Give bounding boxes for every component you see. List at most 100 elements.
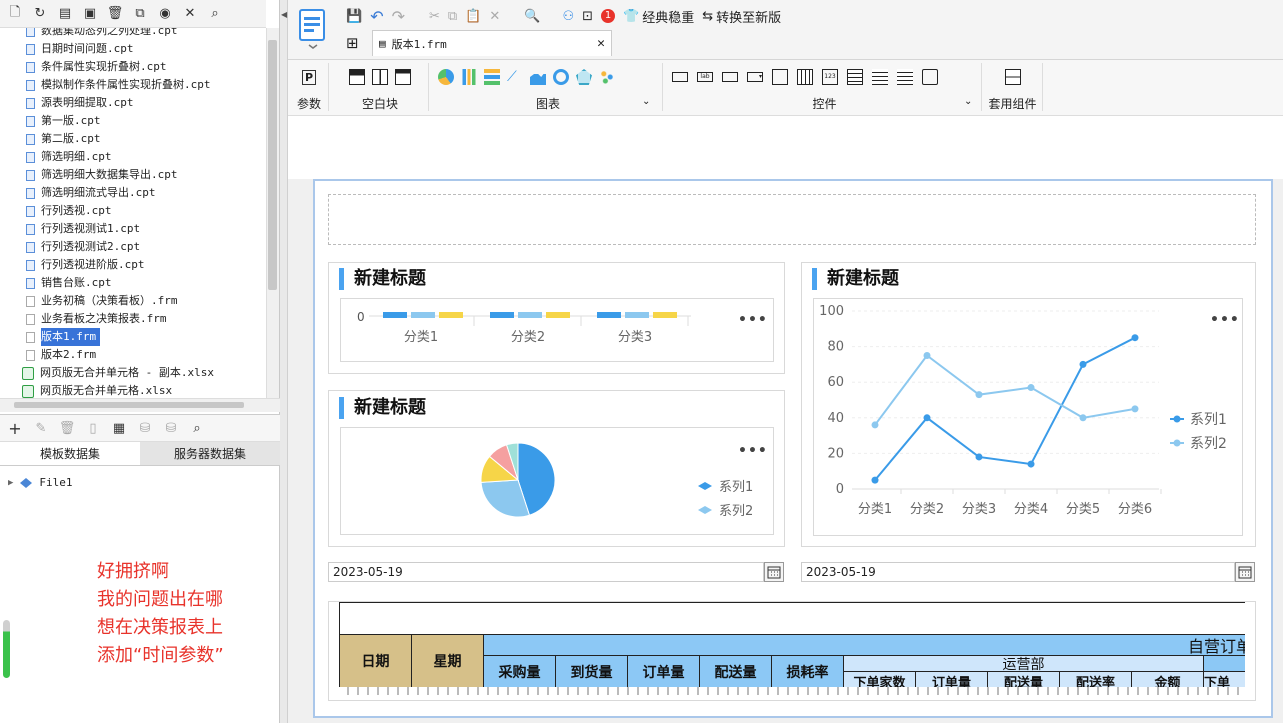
tree-file-item[interactable]: 行列透视进阶版.cpt	[0, 256, 266, 274]
delete-dataset-icon[interactable]: 🗑	[58, 419, 76, 437]
dataset-root[interactable]: ▶ File1	[8, 476, 73, 489]
search-dataset-icon[interactable]: ⌕	[188, 419, 206, 437]
tree-file-item[interactable]: 网页版无合并单元格.xlsx	[0, 382, 266, 398]
server-database-icon[interactable]: ⛁	[162, 419, 180, 437]
param-icon[interactable]: P	[301, 69, 317, 85]
dataset-toolbar: + ✎ 🗑 ▯ ▦ ⛁ ⛁ ⌕	[0, 414, 280, 442]
cpt-file-icon	[26, 43, 35, 55]
bar-chart-icon[interactable]	[461, 69, 477, 85]
tree-scroll-thumb[interactable]	[268, 40, 277, 290]
notification-badge[interactable]: 1	[601, 9, 616, 23]
tab-layout-icon[interactable]	[395, 69, 411, 85]
tree-file-item[interactable]: 筛选明细流式导出.cpt	[0, 184, 266, 202]
calendar-icon[interactable]	[764, 562, 784, 582]
locate-icon[interactable]: ◉	[156, 5, 174, 23]
new-file-icon[interactable]: 🗋	[6, 5, 24, 23]
checkbox-group-icon[interactable]	[897, 69, 913, 85]
tree-file-item[interactable]: 网页版无合并单元格 - 副本.xlsx	[0, 364, 266, 382]
date-widget-icon[interactable]	[797, 69, 813, 85]
split-layout-icon[interactable]	[372, 69, 388, 85]
radio-group-icon[interactable]	[872, 69, 888, 85]
database-icon[interactable]: ⛁	[136, 419, 154, 437]
pie-chart-icon[interactable]	[438, 69, 454, 85]
expand-arrow-icon[interactable]: ▶	[8, 478, 13, 488]
tree-file-item[interactable]: 业务看板之决策报表.frm	[0, 310, 266, 328]
tab-grid-icon[interactable]: ⊞	[346, 34, 359, 52]
tree-file-item[interactable]: 源表明细提取.cpt	[0, 94, 266, 112]
textarea-widget-icon[interactable]	[847, 69, 863, 85]
cut-icon[interactable]: ✂	[429, 9, 440, 24]
tree-file-item[interactable]: 第一版.cpt	[0, 112, 266, 130]
tree-file-item[interactable]: 第二版.cpt	[0, 130, 266, 148]
template-menu-icon[interactable]	[297, 8, 329, 50]
combo-widget-icon[interactable]: ▾	[747, 72, 763, 82]
tree-file-item[interactable]: 筛选明细大数据集导出.cpt	[0, 166, 266, 184]
tree-file-item[interactable]: 行列透视.cpt	[0, 202, 266, 220]
tree-file-item[interactable]: 数据集动态列之列处理.cpt	[0, 28, 266, 40]
open-file-icon[interactable]: ▤	[56, 5, 74, 23]
paste-icon[interactable]: 📋	[465, 9, 481, 24]
add-dataset-icon[interactable]: +	[6, 419, 24, 438]
copy-icon[interactable]: ⧉	[131, 5, 149, 23]
convert-version-label: 转换至新版	[716, 10, 782, 26]
classic-theme-button[interactable]: 👕 经典稳重	[623, 7, 694, 26]
ribbon-separator	[428, 63, 429, 111]
calendar-icon[interactable]	[1235, 562, 1255, 582]
tree-hscroll-thumb[interactable]	[14, 402, 244, 408]
widget-expand-icon[interactable]: ⌄	[964, 96, 972, 107]
text-widget-icon[interactable]	[722, 72, 738, 82]
number-widget-icon[interactable]: 123	[822, 69, 838, 85]
tree-file-item[interactable]: 条件属性实现折叠树.cpt	[0, 58, 266, 76]
plugin-icon[interactable]: ⚇	[562, 9, 574, 24]
close-tab-icon[interactable]: ✕	[597, 36, 605, 51]
delete-icon[interactable]: 🗑	[106, 5, 124, 23]
undo-icon[interactable]: ↶	[370, 7, 383, 26]
preview-icon[interactable]: ▯	[84, 419, 102, 437]
button-widget-icon[interactable]: lab	[697, 72, 713, 82]
search-icon[interactable]: ⌕	[206, 5, 224, 23]
tree-file-item[interactable]: 行列透视测试2.cpt	[0, 238, 266, 256]
clear-icon[interactable]: ✕	[489, 9, 500, 24]
tab-template-dataset[interactable]: 模板数据集	[0, 442, 140, 465]
area-chart-icon[interactable]	[530, 70, 546, 85]
tree-file-item[interactable]: 模拟制作条件属性实现折叠树.cpt	[0, 76, 266, 94]
import-icon[interactable]: ▣	[81, 5, 99, 23]
tree-file-item[interactable]: 版本2.frm	[0, 346, 266, 364]
document-tab[interactable]: ▤ 版本1.frm ✕	[372, 30, 612, 56]
tab-server-dataset[interactable]: 服务器数据集	[140, 442, 280, 465]
edit-icon[interactable]: ✎	[32, 419, 50, 437]
tree-file-item[interactable]: 日期时间问题.cpt	[0, 40, 266, 58]
tree-file-item[interactable]: 行列透视测试1.cpt	[0, 220, 266, 238]
chart-expand-icon[interactable]: ⌄	[642, 96, 650, 107]
tree-file-item[interactable]: 销售台账.cpt	[0, 274, 266, 292]
list-widget-icon[interactable]	[772, 69, 788, 85]
copy-toolbar-icon[interactable]: ⧉	[448, 9, 457, 24]
collapse-icon[interactable]: ✕	[181, 5, 199, 23]
panel-splitter[interactable]: ◀	[280, 0, 288, 723]
save-icon[interactable]: 💾	[346, 9, 362, 24]
refresh-icon[interactable]: ↻	[31, 5, 49, 23]
date-input-2[interactable]: 2023-05-19	[801, 562, 1235, 582]
radar-chart-icon[interactable]	[576, 69, 592, 85]
absolute-layout-icon[interactable]	[349, 69, 365, 85]
tree-file-item[interactable]: 筛选明细.cpt	[0, 148, 266, 166]
date-input-1[interactable]: 2023-05-19	[328, 562, 764, 582]
scatter-chart-icon[interactable]	[599, 69, 615, 85]
preview-search-icon[interactable]: 🔍	[524, 9, 540, 24]
line-chart-icon[interactable]: ⟋	[507, 69, 523, 85]
tree-file-item[interactable]: 版本1.frm	[0, 328, 266, 346]
parameter-pane[interactable]	[328, 194, 1256, 245]
template-widget-icon[interactable]	[1004, 69, 1021, 85]
query-icon[interactable]: ⊡	[582, 9, 593, 24]
gauge-chart-icon[interactable]	[553, 69, 569, 85]
tree-file-item[interactable]: 业务初稿（决策看板）.frm	[0, 292, 266, 310]
label-widget-icon[interactable]	[672, 72, 688, 82]
query-widget-icon[interactable]	[922, 69, 938, 85]
pie-chart: 系列1 系列2	[480, 442, 753, 519]
cpt-file-icon	[26, 277, 35, 289]
collapse-left-icon[interactable]: ◀	[281, 10, 287, 19]
horizontal-bar-icon[interactable]	[484, 69, 500, 85]
convert-version-button[interactable]: ⇆ 转换至新版	[702, 7, 781, 26]
dataset-param-icon[interactable]: ▦	[110, 419, 128, 437]
redo-icon[interactable]: ↷	[392, 7, 405, 26]
